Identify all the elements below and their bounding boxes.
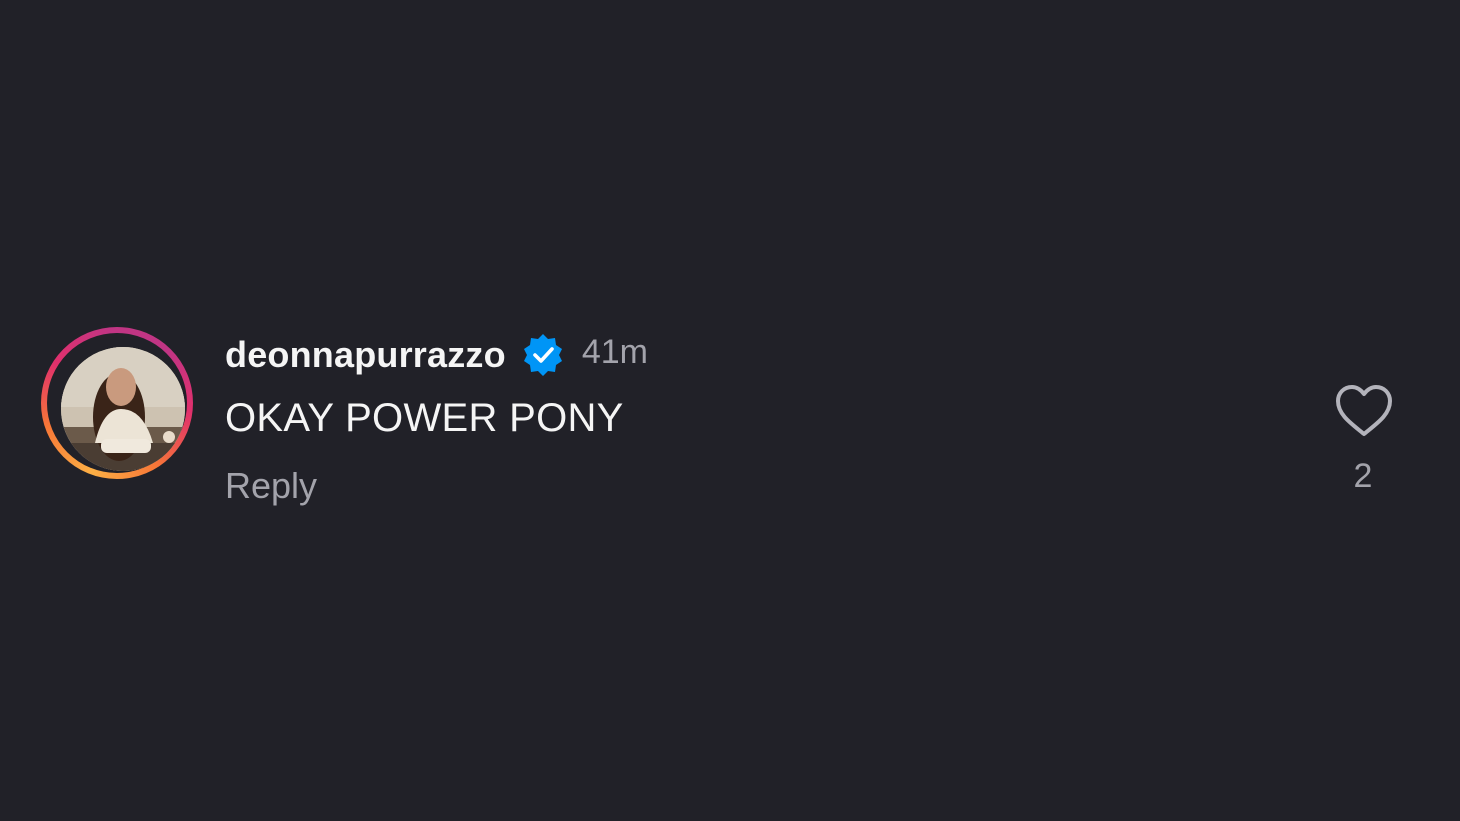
comment-text: OKAY POWER PONY bbox=[225, 396, 624, 440]
username-link[interactable]: deonnapurrazzo bbox=[225, 334, 506, 376]
avatar-ring-gap bbox=[47, 333, 187, 473]
heart-outline-icon bbox=[1336, 385, 1392, 436]
avatar-photo bbox=[61, 347, 185, 471]
like-button[interactable] bbox=[1334, 384, 1394, 438]
comment-item: deonnapurrazzo 41m OKAY POWER PONY Reply… bbox=[0, 0, 1460, 821]
verified-badge-icon bbox=[520, 332, 566, 378]
avatar-story-ring[interactable] bbox=[41, 327, 193, 479]
reply-button[interactable]: Reply bbox=[225, 465, 317, 507]
comment-timestamp[interactable]: 41m bbox=[582, 333, 648, 372]
avatar[interactable] bbox=[61, 347, 185, 471]
like-count[interactable]: 2 bbox=[1334, 457, 1392, 496]
comment-header: deonnapurrazzo 41m bbox=[225, 330, 648, 380]
